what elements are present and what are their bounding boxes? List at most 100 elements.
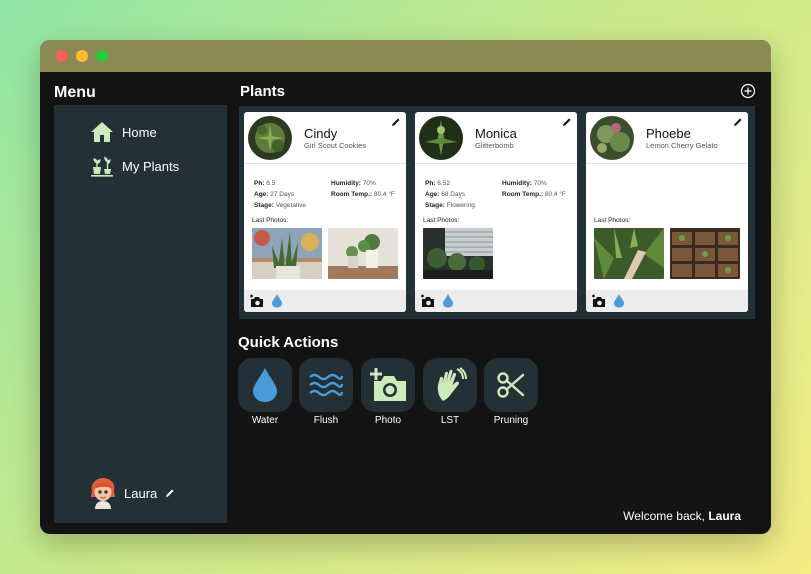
humidity-label: Humidity: — [502, 180, 532, 187]
title-bar — [40, 40, 771, 72]
add-plant-button[interactable] — [740, 83, 756, 99]
plants-section-title: Plants — [240, 83, 286, 100]
welcome-prefix: Welcome back, — [623, 509, 709, 523]
add-photo-icon[interactable] — [249, 294, 264, 308]
quick-actions-title: Quick Actions — [238, 334, 339, 351]
plant-name: Phoebe — [646, 126, 691, 141]
plant-card-footer — [586, 290, 748, 312]
ph-value: 6.5 — [266, 180, 276, 187]
age-value: 27 Days — [270, 191, 295, 198]
stage-value: Flowering — [446, 202, 475, 209]
plant-strain: Girl Scout Cookies — [304, 141, 367, 150]
quick-action-label: LST — [440, 415, 460, 426]
age-label: Age: — [425, 191, 440, 198]
humidity-value: 70% — [362, 180, 376, 187]
add-photo-icon[interactable] — [420, 294, 435, 308]
plant-card-footer — [244, 290, 406, 312]
app-window: Menu Home My Plants Laura Plants Cindy G… — [40, 40, 771, 534]
plant-stats-right: Humidity: 70% Room Temp.: 80.4 °F — [502, 178, 566, 200]
last-photos-label: Last Photos: — [423, 217, 460, 224]
edit-plant-icon[interactable] — [391, 117, 401, 127]
plant-photo[interactable] — [670, 228, 740, 279]
plant-card-footer — [415, 290, 577, 312]
plant-avatar — [590, 116, 634, 160]
quick-action-water[interactable]: Water — [238, 358, 292, 426]
home-icon — [91, 122, 113, 142]
quick-action-flush[interactable]: Flush — [299, 358, 353, 426]
flush-button[interactable] — [299, 358, 353, 412]
pencil-icon[interactable] — [165, 488, 175, 498]
temp-label: Room Temp.: — [331, 191, 373, 198]
plants-panel: Cindy Girl Scout Cookies Ph: 6.5 Age: 27… — [239, 106, 755, 319]
ph-label: Ph: — [425, 180, 436, 187]
add-photo-icon — [370, 368, 406, 401]
plant-card-header: Monica Glitterbomb — [415, 112, 577, 164]
plant-strain: Lemon Cherry Gelato — [646, 141, 718, 150]
stage-label: Stage: — [425, 202, 445, 209]
water-drop-icon[interactable] — [613, 293, 625, 308]
plant-photo[interactable] — [328, 228, 398, 279]
add-photo-icon[interactable] — [591, 294, 606, 308]
stage-value: Vegetative — [275, 202, 307, 209]
sidebar-item-my-plants[interactable]: My Plants — [90, 155, 179, 177]
quick-action-photo[interactable]: Photo — [361, 358, 415, 426]
plant-stats-right: Humidity: 70% Room Temp.: 80.4 °F — [331, 178, 395, 200]
waves-icon — [309, 373, 344, 397]
user-profile[interactable]: Laura — [88, 477, 175, 509]
plant-card[interactable]: Cindy Girl Scout Cookies Ph: 6.5 Age: 27… — [244, 112, 406, 312]
sidebar: Home My Plants Laura — [54, 105, 227, 523]
scissors-icon — [497, 372, 525, 398]
water-button[interactable] — [238, 358, 292, 412]
minimize-window-button[interactable] — [76, 50, 88, 62]
plant-strain: Glitterbomb — [475, 141, 514, 150]
plant-avatar — [248, 116, 292, 160]
plant-card[interactable]: Phoebe Lemon Cherry Gelato Last Photos: — [586, 112, 748, 312]
sidebar-item-label: My Plants — [122, 158, 180, 174]
water-drop-icon[interactable] — [442, 293, 454, 308]
humidity-label: Humidity: — [331, 180, 361, 187]
temp-value: 80.4 °F — [544, 191, 566, 198]
plant-name: Cindy — [304, 126, 338, 141]
hand-icon — [437, 367, 467, 401]
temp-value: 80.4 °F — [373, 191, 395, 198]
age-label: Age: — [254, 191, 269, 198]
lst-button[interactable] — [423, 358, 477, 412]
humidity-value: 70% — [533, 180, 547, 187]
temp-label: Room Temp.: — [502, 191, 544, 198]
age-value: 68 Days — [441, 191, 466, 198]
plant-stats-left: Ph: 6.52 Age: 68 Days Stage: Flowering — [425, 178, 475, 211]
ph-label: Ph: — [254, 180, 265, 187]
photo-button[interactable] — [361, 358, 415, 412]
close-window-button[interactable] — [56, 50, 68, 62]
avatar — [91, 478, 115, 509]
stage-label: Stage: — [254, 202, 274, 209]
quick-action-lst[interactable]: LST — [423, 358, 477, 426]
quick-action-pruning[interactable]: Pruning — [484, 358, 538, 426]
plant-photo[interactable] — [252, 228, 322, 279]
user-name: Laura — [124, 485, 158, 501]
quick-action-label: Flush — [313, 415, 339, 426]
sidebar-item-label: Home — [122, 124, 157, 140]
quick-action-label: Pruning — [493, 415, 529, 426]
welcome-name: Laura — [708, 509, 741, 523]
quick-action-label: Water — [251, 415, 279, 426]
water-drop-icon[interactable] — [271, 293, 283, 308]
last-photos-label: Last Photos: — [594, 217, 631, 224]
edit-plant-icon[interactable] — [562, 117, 572, 127]
plant-photo[interactable] — [423, 228, 493, 279]
plant-name: Monica — [475, 126, 517, 141]
pruning-button[interactable] — [484, 358, 538, 412]
plant-avatar — [419, 116, 463, 160]
plant-card-header: Cindy Girl Scout Cookies — [244, 112, 406, 164]
maximize-window-button[interactable] — [96, 50, 108, 62]
plant-card-header: Phoebe Lemon Cherry Gelato — [586, 112, 748, 164]
plant-photo[interactable] — [594, 228, 664, 279]
edit-plant-icon[interactable] — [733, 117, 743, 127]
potted-plants-icon — [91, 156, 113, 177]
plant-card[interactable]: Monica Glitterbomb Ph: 6.52 Age: 68 Days… — [415, 112, 577, 312]
water-drop-icon — [253, 368, 277, 402]
menu-title: Menu — [54, 84, 96, 101]
plant-stats-left: Ph: 6.5 Age: 27 Days Stage: Vegetative — [254, 178, 306, 211]
sidebar-item-home[interactable]: Home — [90, 121, 157, 143]
last-photos-label: Last Photos: — [252, 217, 289, 224]
